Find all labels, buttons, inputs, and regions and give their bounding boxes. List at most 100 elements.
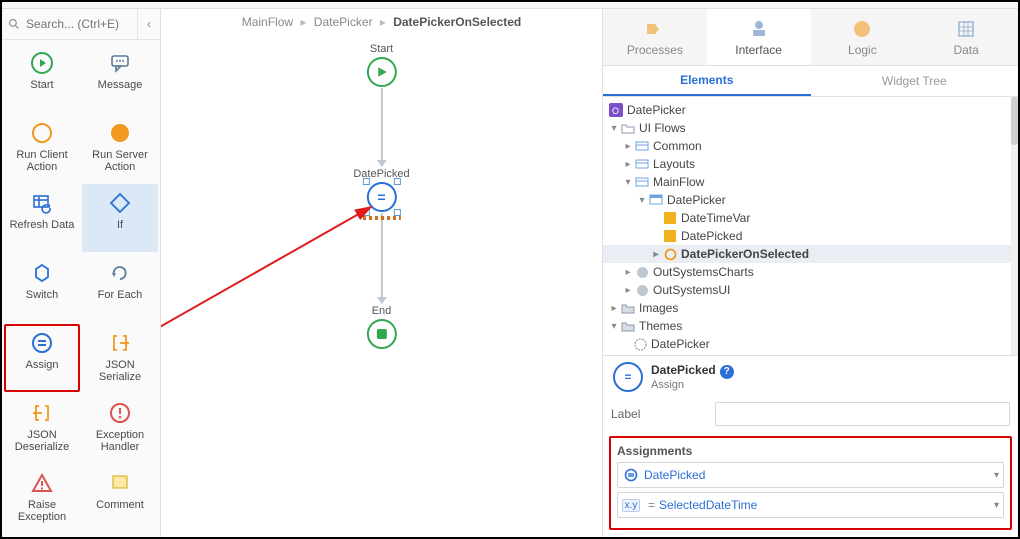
- toolbox-panel: ‹ Start Message Run Client Action: [2, 9, 161, 537]
- tool-label: For Each: [96, 289, 145, 301]
- tree-outsystemscharts[interactable]: ▸ OutSystemsCharts: [603, 263, 1018, 281]
- chevron-down-icon[interactable]: ▾: [994, 500, 999, 511]
- tool-message[interactable]: Message: [82, 44, 158, 112]
- tree-datetimevar[interactable]: DateTimeVar: [603, 209, 1018, 227]
- tree-datepicker-screen[interactable]: ▾DatePicker: [603, 191, 1018, 209]
- tab-interface[interactable]: Interface: [707, 9, 811, 65]
- for-each-icon: [107, 260, 133, 286]
- scrollbar-thumb[interactable]: [1011, 97, 1018, 145]
- tool-exception-handler[interactable]: Exception Handler: [82, 394, 158, 462]
- chevron-right-icon[interactable]: ▸: [623, 285, 633, 296]
- warning-underline-icon: [362, 216, 400, 220]
- tree-module-root[interactable]: ODatePicker: [603, 101, 1018, 119]
- data-icon: [955, 18, 977, 40]
- tool-assign[interactable]: Assign: [4, 324, 80, 392]
- tool-comment[interactable]: Comment: [82, 464, 158, 532]
- help-icon[interactable]: ?: [720, 365, 734, 379]
- breadcrumb-item[interactable]: MainFlow: [242, 15, 293, 29]
- tree-mainflow[interactable]: ▾MainFlow: [603, 173, 1018, 191]
- toolbox-top: ‹: [2, 9, 160, 40]
- sub-tabs: Elements Widget Tree: [603, 66, 1018, 97]
- tree-label: DatePicked: [681, 229, 742, 243]
- tree-images[interactable]: ▸Images: [603, 299, 1018, 317]
- start-node[interactable]: [366, 57, 396, 87]
- elements-tree[interactable]: ODatePicker ▾UI Flows ▸Common ▸Layouts ▾…: [603, 97, 1018, 355]
- tool-run-client-action[interactable]: Run Client Action: [4, 114, 80, 182]
- tool-label: JSON Deserialize: [4, 429, 80, 453]
- tool-run-server-action[interactable]: Run Server Action: [82, 114, 158, 182]
- assign-node[interactable]: =: [366, 182, 396, 212]
- selection-handle[interactable]: [362, 178, 369, 185]
- theme-icon: [633, 337, 647, 351]
- tab-label: Data: [953, 43, 978, 57]
- folder-icon: [621, 121, 635, 135]
- tool-json-deserialize[interactable]: JSON Deserialize: [4, 394, 80, 462]
- subtab-elements[interactable]: Elements: [603, 66, 811, 96]
- chevron-right-icon: ▸: [300, 15, 306, 29]
- selection-handle[interactable]: [393, 209, 400, 216]
- app-frame: ‹ Start Message Run Client Action: [0, 0, 1020, 539]
- subtab-label: Widget Tree: [882, 74, 947, 88]
- tree-theme-datepicker[interactable]: DatePicker: [603, 335, 1018, 353]
- assignment-variable-row[interactable]: DatePicked ▾: [617, 462, 1004, 488]
- tool-switch[interactable]: Switch: [4, 254, 80, 322]
- toolbox-collapse-button[interactable]: ‹: [137, 9, 160, 39]
- tree-ui-flows[interactable]: ▾UI Flows: [603, 119, 1018, 137]
- tree-themes[interactable]: ▾Themes: [603, 317, 1018, 335]
- chevron-down-icon[interactable]: ▾: [609, 123, 619, 134]
- chevron-right-icon[interactable]: ▸: [623, 159, 633, 170]
- reference-icon: [635, 283, 649, 297]
- tree-label: DatePickerOnSelected: [681, 247, 809, 261]
- subtab-widget-tree[interactable]: Widget Tree: [811, 66, 1019, 96]
- tab-label: Processes: [627, 43, 683, 57]
- tool-start[interactable]: Start: [4, 44, 80, 112]
- assign-target-icon: [622, 468, 640, 482]
- tool-refresh-data[interactable]: Refresh Data: [4, 184, 80, 252]
- tool-if[interactable]: If: [82, 184, 158, 252]
- tree-datepickeronselected[interactable]: ▸ DatePickerOnSelected: [603, 245, 1018, 263]
- tab-logic[interactable]: Logic: [811, 9, 915, 65]
- chevron-right-icon[interactable]: ▸: [609, 303, 619, 314]
- tree-common[interactable]: ▸Common: [603, 137, 1018, 155]
- breadcrumb: MainFlow ▸ DatePicker ▸ DatePickerOnSele…: [161, 15, 602, 29]
- screen-icon: [649, 193, 663, 207]
- tree-outsystemsui[interactable]: ▸OutSystemsUI: [603, 281, 1018, 299]
- tree-layouts[interactable]: ▸Layouts: [603, 155, 1018, 173]
- exception-handler-icon: [107, 400, 133, 426]
- refresh-data-icon: [29, 190, 55, 216]
- start-icon: [29, 50, 55, 76]
- selection-handle[interactable]: [393, 178, 400, 185]
- if-icon: [107, 190, 133, 216]
- toolbox-search[interactable]: [2, 16, 137, 32]
- tab-data[interactable]: Data: [914, 9, 1018, 65]
- chevron-right-icon[interactable]: ▸: [623, 141, 633, 152]
- flow-canvas[interactable]: MainFlow ▸ DatePicker ▸ DatePickerOnSele…: [161, 9, 602, 537]
- end-node[interactable]: [366, 319, 396, 349]
- tool-raise-exception[interactable]: Raise Exception: [4, 464, 80, 532]
- chevron-down-icon[interactable]: ▾: [609, 321, 619, 332]
- tab-processes[interactable]: Processes: [603, 9, 707, 65]
- tree-label: OutSystemsCharts: [653, 265, 754, 279]
- tree-datepicked-var[interactable]: DatePicked: [603, 227, 1018, 245]
- connector: [380, 213, 382, 297]
- expression-icon: x.y: [622, 499, 640, 512]
- property-label-input[interactable]: [715, 402, 1010, 426]
- chevron-right-icon[interactable]: ▸: [623, 267, 633, 278]
- breadcrumb-item[interactable]: DatePicker: [314, 15, 373, 29]
- chevron-right-icon: ▸: [380, 15, 386, 29]
- search-input[interactable]: [24, 16, 131, 32]
- tool-label: Message: [96, 79, 145, 91]
- chevron-right-icon[interactable]: ▸: [651, 249, 661, 260]
- tab-label: Logic: [848, 43, 877, 57]
- tool-for-each[interactable]: For Each: [82, 254, 158, 322]
- chevron-down-icon[interactable]: ▾: [637, 195, 647, 206]
- stop-icon: [376, 329, 386, 339]
- connector: [380, 88, 382, 160]
- selection-handle[interactable]: [362, 209, 369, 216]
- assignment-value-row[interactable]: x.y = SelectedDateTime ▾: [617, 492, 1004, 518]
- chevron-down-icon[interactable]: ▾: [994, 470, 999, 481]
- chevron-down-icon[interactable]: ▾: [623, 177, 633, 188]
- client-action-icon: [663, 247, 677, 261]
- tool-label: Assign: [23, 359, 60, 371]
- tool-json-serialize[interactable]: JSON Serialize: [82, 324, 158, 392]
